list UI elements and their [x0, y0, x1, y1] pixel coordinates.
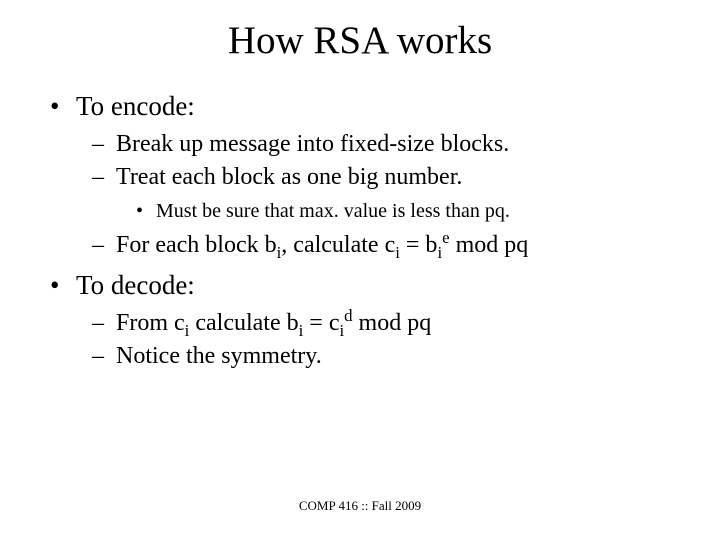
text-frag: For each block b — [116, 232, 277, 258]
slide-title: How RSA works — [0, 0, 720, 63]
text-frag: = c — [303, 310, 339, 336]
bullet-break-message: Break up message into fixed-size blocks. — [44, 129, 676, 161]
slide-body: To encode: Break up message into fixed-s… — [0, 63, 720, 373]
text-frag: = b — [400, 232, 438, 258]
bullet-symmetry: Notice the symmetry. — [44, 341, 676, 373]
text-frag: From c — [116, 310, 185, 336]
bullet-treat-block: Treat each block as one big number. — [44, 162, 676, 194]
text-frag: calculate b — [189, 310, 298, 336]
sup-d: d — [344, 306, 352, 325]
bullet-decode: To decode: — [44, 268, 676, 304]
text-frag: mod pq — [450, 232, 529, 258]
slide: How RSA works To encode: Break up messag… — [0, 0, 720, 540]
bullet-max-value: Must be sure that max. value is less tha… — [44, 198, 676, 224]
text-frag: mod pq — [353, 310, 432, 336]
text-frag: , calculate c — [281, 232, 395, 258]
bullet-encode-formula: For each block bi, calculate ci = bie mo… — [44, 230, 676, 262]
bullet-decode-formula: From ci calculate bi = cid mod pq — [44, 308, 676, 340]
sup-e: e — [442, 228, 449, 247]
bullet-encode: To encode: — [44, 89, 676, 125]
slide-footer: COMP 416 :: Fall 2009 — [0, 498, 720, 514]
